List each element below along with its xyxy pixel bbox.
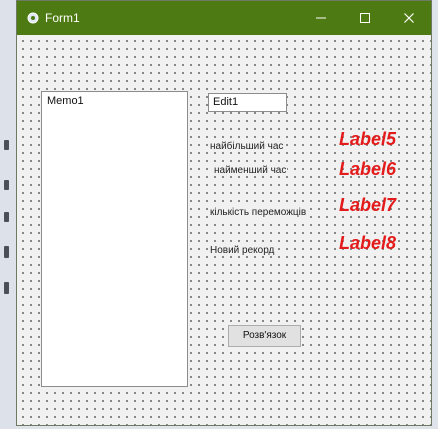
label-max-time: найбільший час bbox=[209, 141, 285, 152]
window-title: Form1 bbox=[45, 11, 80, 25]
label7: Label7 bbox=[339, 195, 397, 215]
background-edge bbox=[0, 0, 16, 429]
label5: Label5 bbox=[339, 129, 397, 149]
label-min-time: найменший час bbox=[213, 165, 288, 176]
memo-text: Memo1 bbox=[47, 95, 84, 107]
form-client-area: Memo1 Edit1 найбільший час найменший час… bbox=[17, 35, 431, 425]
memo-box[interactable]: Memo1 bbox=[41, 91, 188, 387]
minimize-button[interactable] bbox=[299, 1, 343, 35]
minimize-icon bbox=[316, 17, 326, 19]
edit-field[interactable]: Edit1 bbox=[208, 93, 287, 112]
solve-button[interactable]: Розв'язок bbox=[228, 325, 301, 347]
edge-mark bbox=[4, 212, 9, 222]
maximize-icon bbox=[360, 13, 370, 23]
edge-mark bbox=[4, 282, 9, 294]
form-window: Form1 Memo1 Edit1 найбільший час найменш… bbox=[16, 0, 432, 426]
app-icon bbox=[27, 12, 39, 24]
edit-text: Edit1 bbox=[213, 96, 239, 108]
close-icon bbox=[404, 13, 414, 23]
edge-mark bbox=[4, 140, 9, 150]
label-new-record: Новий рекорд bbox=[209, 245, 276, 256]
maximize-button[interactable] bbox=[343, 1, 387, 35]
edge-mark bbox=[4, 246, 9, 258]
close-button[interactable] bbox=[387, 1, 431, 35]
label8: Label8 bbox=[339, 233, 397, 253]
label6: Label6 bbox=[339, 159, 397, 179]
label-winner-count: кількість переможців bbox=[209, 207, 308, 218]
edge-mark bbox=[4, 180, 9, 190]
title-bar[interactable]: Form1 bbox=[17, 1, 431, 35]
